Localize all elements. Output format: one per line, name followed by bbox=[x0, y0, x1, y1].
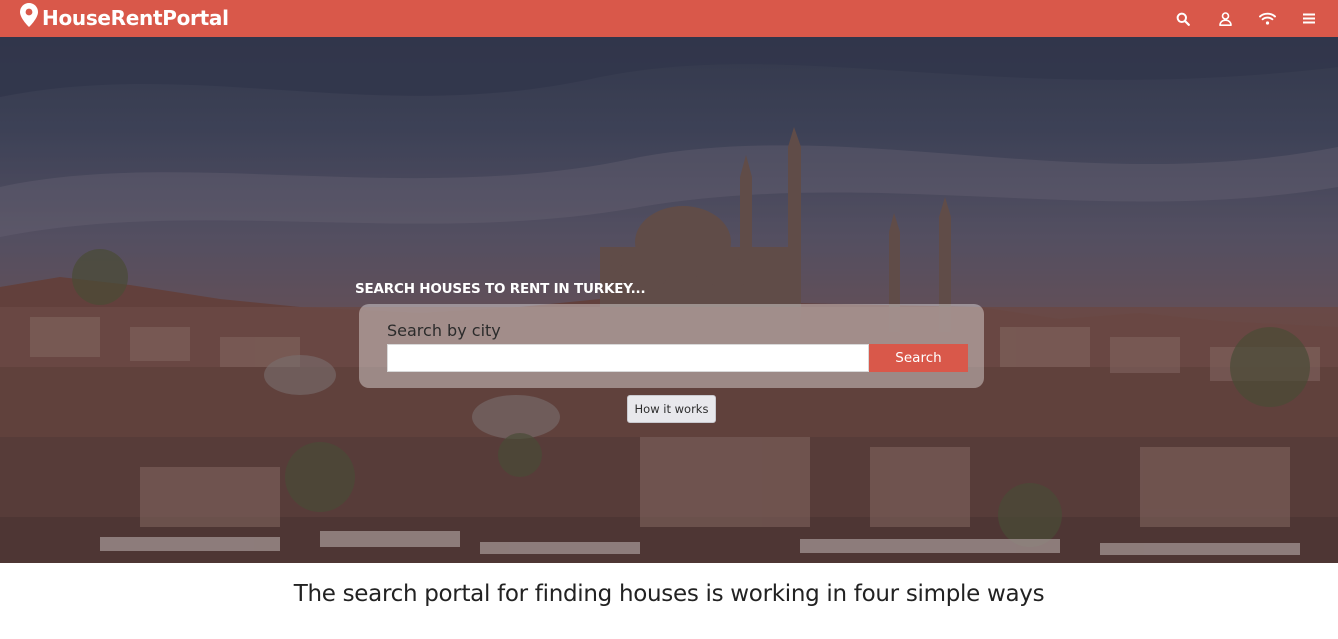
hero-overlay bbox=[0, 37, 1338, 563]
how-it-works-button[interactable]: How it works bbox=[627, 395, 716, 423]
top-navbar: HouseRentPortal bbox=[0, 0, 1338, 37]
search-panel: Search by city Search bbox=[359, 304, 984, 388]
search-button[interactable]: Search bbox=[869, 344, 968, 372]
location-pin-icon bbox=[20, 3, 38, 32]
city-search-input[interactable] bbox=[387, 344, 869, 372]
hero-heading: SEARCH HOUSES TO RENT IN TURKEY... bbox=[355, 281, 646, 297]
brand-name: HouseRentPortal bbox=[42, 5, 229, 30]
wifi-icon[interactable] bbox=[1246, 0, 1288, 37]
search-label: Search by city bbox=[387, 321, 501, 340]
section-heading: The search portal for finding houses is … bbox=[293, 581, 1045, 607]
search-icon[interactable] bbox=[1162, 0, 1204, 37]
user-icon[interactable] bbox=[1204, 0, 1246, 37]
navbar-icon-group bbox=[1162, 0, 1330, 37]
hero-banner bbox=[0, 37, 1338, 563]
menu-icon[interactable] bbox=[1288, 0, 1330, 37]
brand-logo-link[interactable]: HouseRentPortal bbox=[20, 3, 229, 32]
